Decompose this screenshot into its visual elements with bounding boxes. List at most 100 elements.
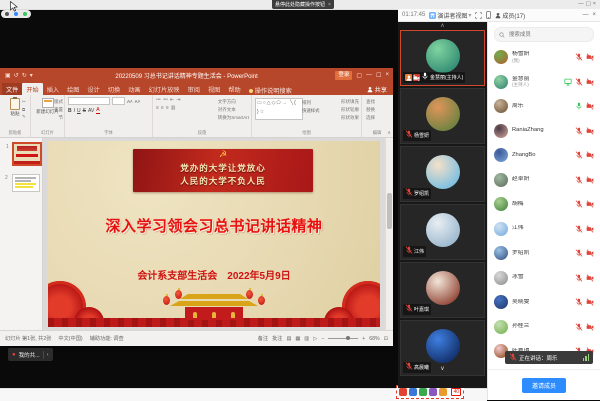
ime-keyboard-icon[interactable] — [429, 388, 437, 396]
font-name-combobox[interactable] — [68, 97, 110, 105]
member-list-item[interactable]: 高晨曦 — [488, 364, 600, 370]
video-tile[interactable]: 杨雪妍 — [400, 88, 485, 144]
fit-slide-icon[interactable]: ⊡ — [384, 336, 388, 342]
zoom-in-button[interactable]: + — [362, 336, 365, 342]
ime-lang-icon[interactable] — [419, 388, 427, 396]
shape-format-buttons[interactable]: 形状填充 形状轮廓 形状效果 — [341, 99, 359, 121]
clipboard-small-buttons[interactable]: ✂⧉✎ — [22, 99, 26, 120]
font-toggle-buttons[interactable]: BIUSAVA — [68, 107, 152, 114]
tab-review[interactable]: 审阅 — [184, 83, 204, 95]
tab-transitions[interactable]: 切换 — [104, 83, 124, 95]
maximize-icon[interactable]: ☐ — [376, 72, 381, 79]
member-list-item[interactable]: 江伟 — [488, 217, 600, 242]
tab-design[interactable]: 设计 — [84, 83, 104, 95]
tab-view[interactable]: 视图 — [204, 83, 224, 95]
video-tile[interactable]: 叶嘉琪 — [400, 262, 485, 318]
video-tile[interactable]: 高晨曦 ∨ — [400, 320, 485, 376]
zoom-knob[interactable] — [346, 336, 350, 340]
zoom-out-button[interactable]: − — [321, 336, 324, 342]
member-list-item[interactable]: RaniaZhang — [488, 119, 600, 144]
font-size-combobox[interactable] — [112, 97, 125, 105]
paragraph-small-buttons[interactable]: 文字方向 对齐文本 转换为SmartArt — [218, 99, 249, 121]
tab-home[interactable]: 开始 — [22, 83, 42, 95]
slide-canvas[interactable]: ☭ 党办的大学让党放心 人民的大学不负人民 深入学习领会习总书记讲话精神 会计系… — [48, 141, 380, 327]
save-icon[interactable]: ▣ — [5, 72, 11, 79]
member-search-box[interactable] — [494, 27, 594, 42]
video-tile[interactable]: 江伟 — [400, 204, 485, 260]
my-share-pill[interactable]: ● 我的共... ‹ — [8, 348, 53, 361]
collapse-pill-icon[interactable]: ‹ — [47, 352, 49, 358]
bold-button[interactable]: B — [68, 108, 72, 114]
align-right-icon[interactable]: ≡ — [166, 105, 169, 111]
slide-thumbnail-1[interactable]: 1 — [12, 142, 42, 166]
slide-thumbnail-2[interactable]: 2 — [12, 174, 40, 192]
shapes-gallery[interactable]: ▭○△◇⬠→ ╲{ }☆ — [255, 98, 303, 120]
indent-left-icon[interactable]: ⇤ — [170, 97, 174, 103]
copy-icon[interactable]: ⧉ — [22, 107, 26, 112]
bullets-icon[interactable]: ≔ — [156, 97, 161, 103]
close-icon[interactable]: × — [593, 1, 598, 7]
minimize-icon[interactable]: — — [582, 12, 588, 18]
sign-in-button[interactable]: 登录 — [335, 71, 352, 80]
numbering-icon[interactable]: ≕ — [163, 97, 168, 103]
scroll-up-icon[interactable]: ∧ — [400, 23, 485, 30]
arrange-quickstyle-buttons[interactable]: 排列 快速样式 — [302, 100, 320, 114]
share-button[interactable]: 共享 — [361, 83, 393, 95]
ribbon-display-icon[interactable]: ▢ — [356, 72, 362, 79]
tab-slideshow[interactable]: 幻灯片放映 — [145, 83, 184, 95]
member-list-item[interactable]: 赵卓妍 — [488, 168, 600, 193]
align-left-icon[interactable]: ≡ — [156, 105, 159, 111]
ime-logo-icon[interactable] — [399, 388, 407, 396]
grow-font-icon[interactable]: A˄ — [127, 99, 133, 104]
ime-mode-icon[interactable] — [409, 388, 417, 396]
fullscreen-icon[interactable] — [475, 12, 482, 19]
underline-button[interactable]: U — [77, 108, 81, 114]
members-button[interactable]: 成员(17) — [495, 11, 525, 20]
zoom-level[interactable]: 68% — [369, 336, 379, 342]
language-indicator[interactable]: 中文(中国) — [58, 335, 82, 342]
scrollbar-thumb[interactable] — [387, 193, 392, 229]
cut-icon[interactable]: ✂ — [22, 99, 26, 105]
vertical-scrollbar[interactable] — [385, 138, 393, 330]
italic-button[interactable]: I — [74, 108, 75, 114]
editing-buttons[interactable]: 查找 替换 选择 — [366, 99, 375, 121]
member-list-item[interactable]: 胡梅 — [488, 192, 600, 217]
scroll-down-icon[interactable]: ∨ — [401, 365, 484, 372]
member-list-item[interactable]: 冰雪 — [488, 266, 600, 291]
accessibility-status[interactable]: 辅助功能: 调查 — [90, 335, 124, 342]
ime-settings-icon[interactable] — [439, 388, 447, 396]
redo-icon[interactable]: ↻ — [22, 72, 27, 79]
qat-dropdown-icon[interactable]: ▾ — [30, 72, 33, 79]
notes-button[interactable]: 备注 — [258, 335, 268, 342]
slideshow-icon[interactable]: ▷ — [313, 336, 317, 342]
undo-icon[interactable]: ↺ — [14, 72, 19, 79]
invite-members-button[interactable]: 邀请成员 — [522, 378, 566, 393]
zoom-slider[interactable] — [328, 338, 358, 339]
close-icon[interactable]: × — [385, 72, 389, 78]
search-input[interactable] — [507, 31, 589, 39]
member-list-item[interactable]: 吴晓雯 — [488, 290, 600, 315]
tooltip-close-icon[interactable]: × — [328, 2, 331, 8]
member-list[interactable]: 杨雪妍 (我) 金慧丽 (主持人) 周乐 RaniaZhang ZhangBo — [488, 45, 600, 369]
slide-sorter-icon[interactable]: ▦ — [295, 336, 300, 342]
columns-icon[interactable]: ▥ — [171, 105, 176, 111]
strikethrough-button[interactable]: S — [83, 108, 86, 114]
layout-view-button[interactable]: 演讲者视图 ▾ — [429, 11, 471, 20]
minimize-icon[interactable]: — — [578, 1, 586, 7]
restore-icon[interactable]: ▢ — [586, 1, 593, 7]
video-tile[interactable]: 罗绍凯 — [400, 146, 485, 202]
phone-icon[interactable] — [486, 11, 491, 19]
member-list-item[interactable]: 杨雪妍 (我) — [488, 45, 600, 70]
shrink-font-icon[interactable]: A˅ — [135, 99, 141, 104]
tab-draw[interactable]: 绘图 — [63, 83, 83, 95]
reading-view-icon[interactable]: ▥ — [304, 336, 309, 342]
tell-me-search[interactable]: 操作说明搜索 — [249, 86, 292, 95]
font-color-button[interactable]: A — [96, 107, 99, 114]
member-list-item[interactable]: 金慧丽 (主持人) — [488, 70, 600, 95]
member-list-item[interactable]: ZhangBo — [488, 143, 600, 168]
collapse-ribbon-icon[interactable]: ∧ — [387, 130, 391, 136]
indent-right-icon[interactable]: ⇥ — [176, 97, 180, 103]
align-center-icon[interactable]: ≡ — [161, 105, 164, 111]
slide-small-buttons[interactable]: 版式 重置 节 — [54, 99, 63, 121]
tab-animations[interactable]: 动画 — [124, 83, 144, 95]
